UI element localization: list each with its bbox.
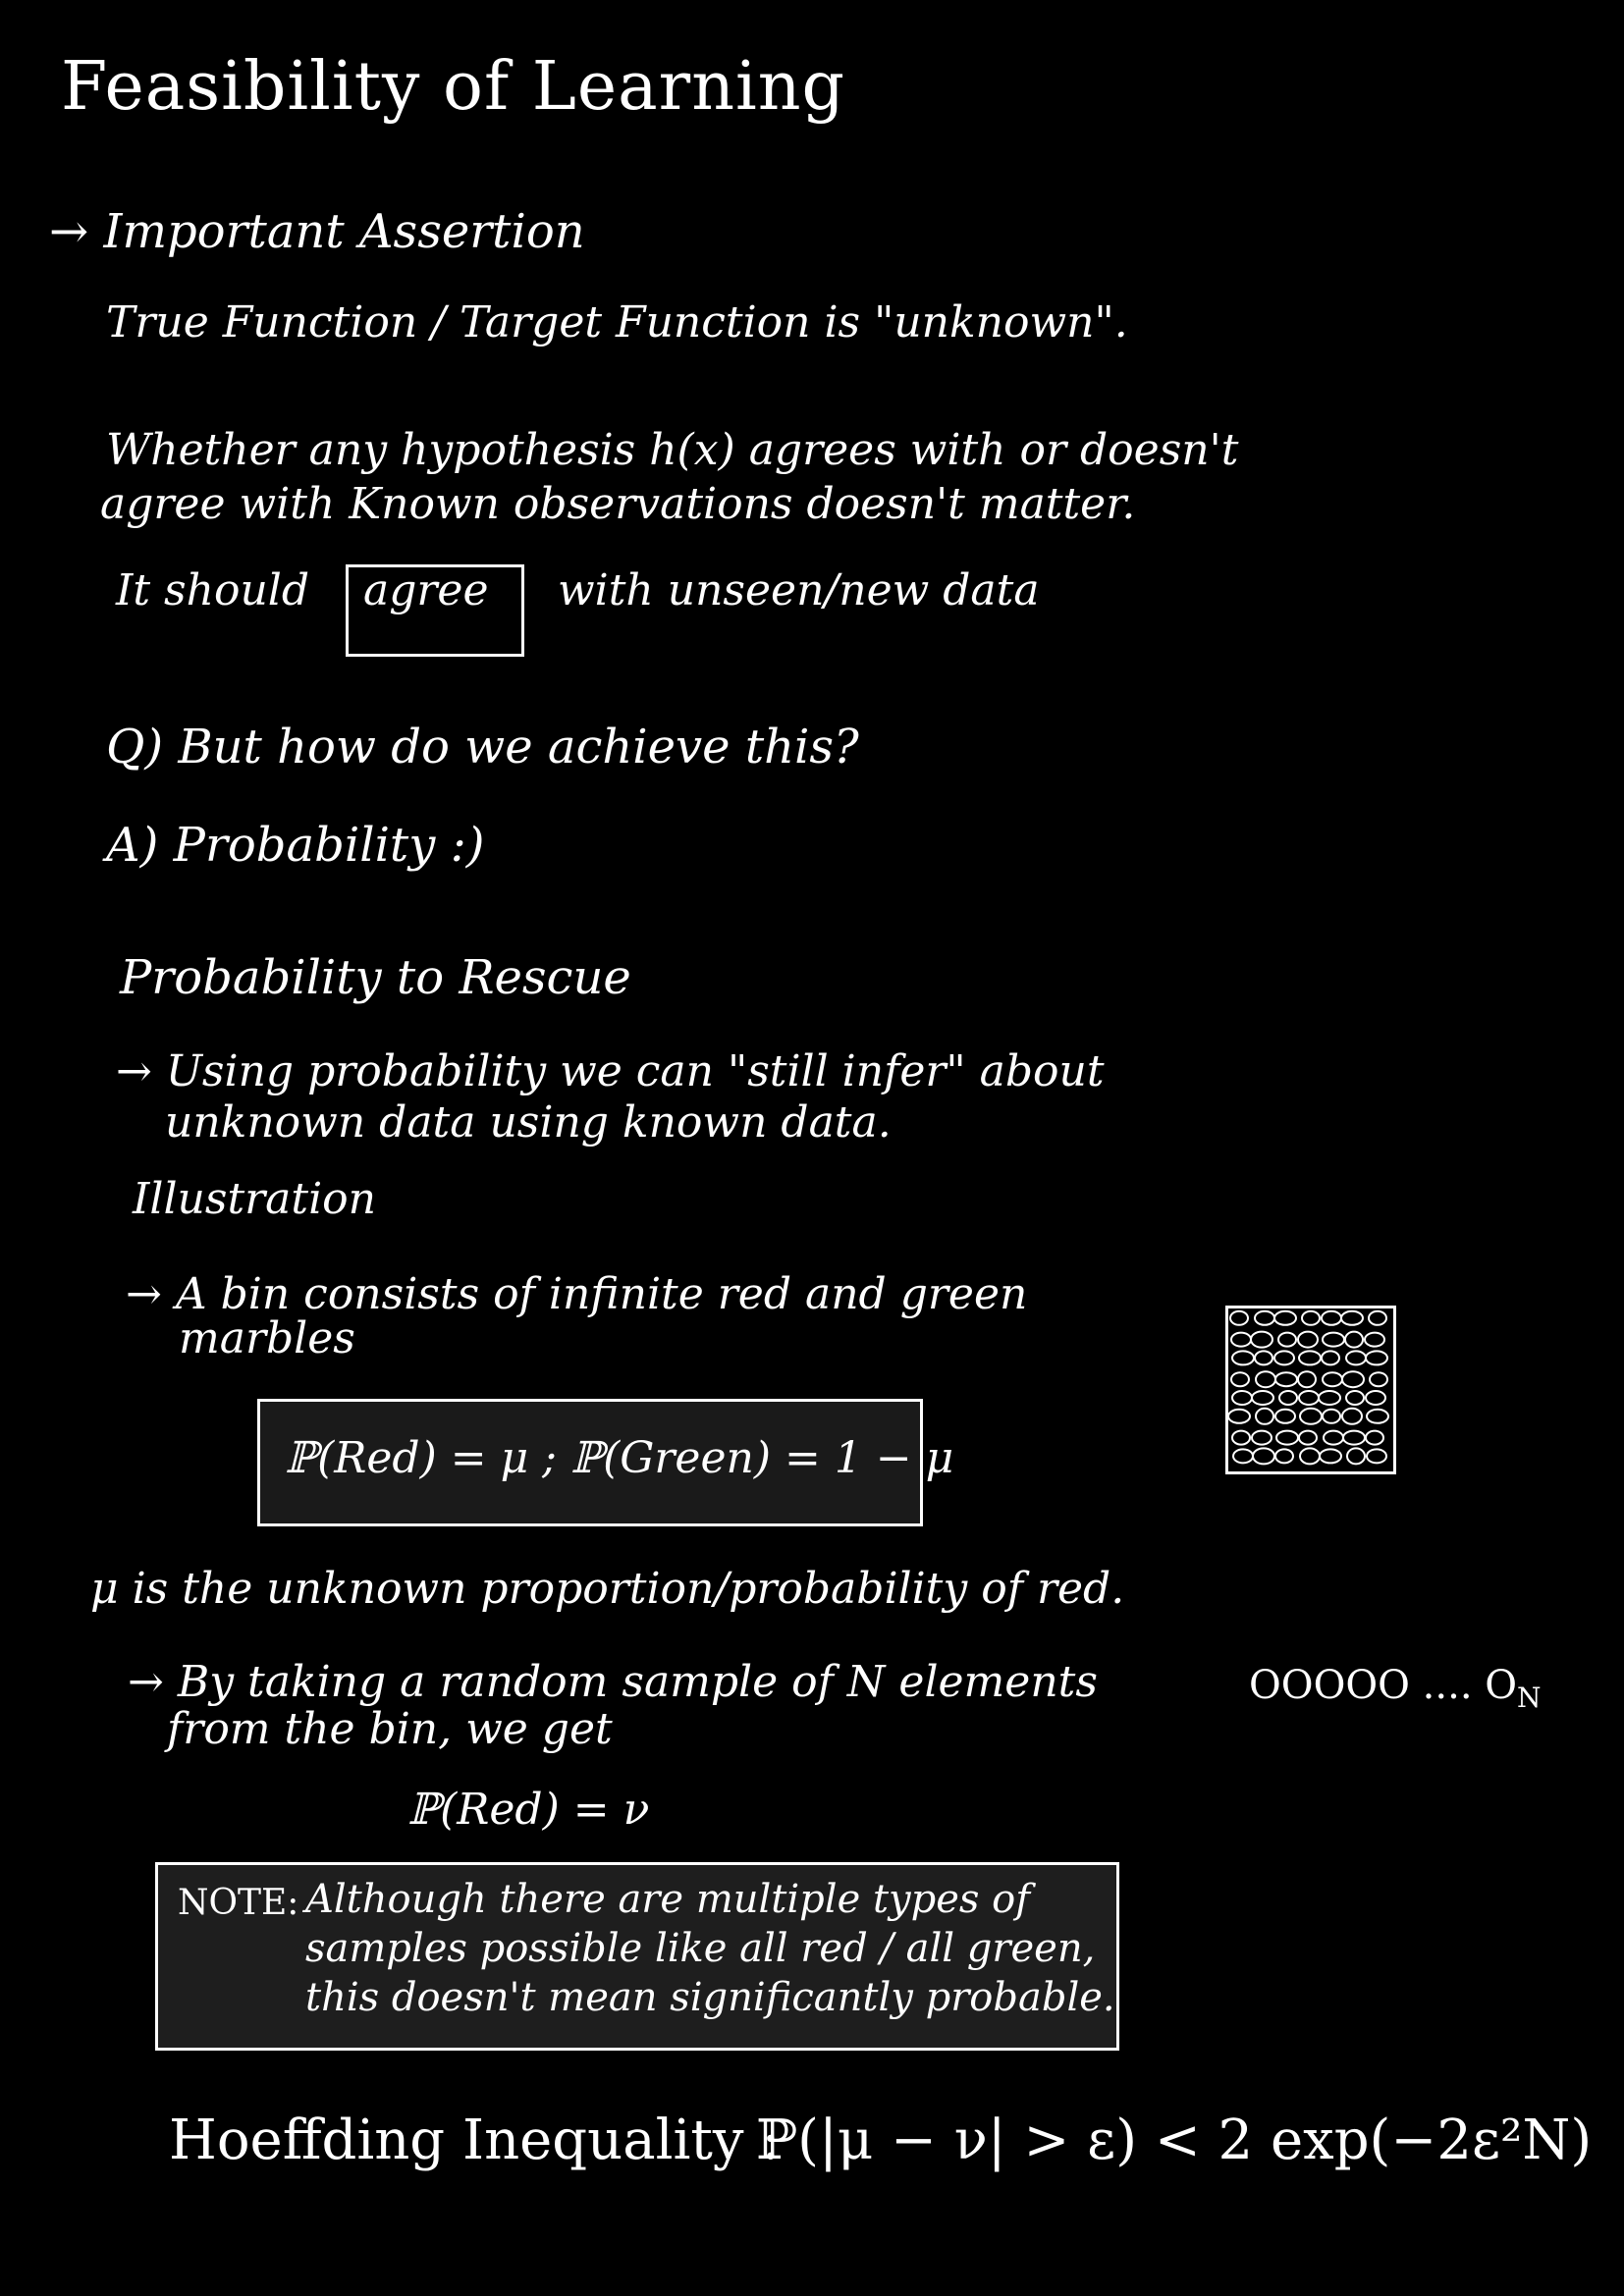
marble xyxy=(1366,1408,1389,1424)
marble xyxy=(1230,1331,1252,1348)
note-label: NOTE: xyxy=(178,1883,299,1923)
marble xyxy=(1297,1330,1319,1349)
mu-definition: μ is the unknown proportion/probability … xyxy=(90,1564,1125,1614)
marble xyxy=(1227,1408,1251,1424)
whether-line-2: agree with Known observations doesn't ma… xyxy=(100,479,1136,529)
marble xyxy=(1322,1371,1343,1388)
marble xyxy=(1299,1447,1321,1466)
should-prefix: It should xyxy=(116,565,310,615)
marble xyxy=(1277,1331,1297,1348)
marble-bin-icon xyxy=(1225,1306,1396,1474)
marble xyxy=(1365,1350,1388,1366)
marble xyxy=(1319,1448,1342,1465)
marble xyxy=(1297,1370,1317,1389)
marble xyxy=(1344,1330,1364,1349)
marble xyxy=(1346,1447,1366,1466)
answer-line: A) Probability :) xyxy=(106,818,485,873)
whether-line-1: Whether any hypothesis h(x) agrees with … xyxy=(106,425,1239,475)
marble xyxy=(1345,1390,1365,1406)
marble xyxy=(1345,1350,1367,1366)
bin-line-2: marbles xyxy=(179,1313,355,1363)
marble xyxy=(1298,1429,1318,1446)
marble xyxy=(1273,1350,1295,1366)
rescue-heading: Probability to Rescue xyxy=(120,950,631,1005)
marble xyxy=(1321,1350,1340,1366)
marble xyxy=(1231,1390,1253,1406)
hoeffding-label: Hoeffding Inequality : xyxy=(169,2109,781,2172)
marble xyxy=(1278,1390,1298,1406)
marble xyxy=(1250,1330,1273,1349)
marble xyxy=(1230,1371,1250,1388)
marble xyxy=(1275,1429,1299,1446)
marble xyxy=(1340,1309,1364,1326)
marble xyxy=(1318,1390,1341,1406)
marble xyxy=(1365,1390,1386,1406)
marble xyxy=(1298,1390,1320,1406)
rescue-line-1: → Using probability we can "still infer"… xyxy=(116,1046,1105,1096)
note-line-3: this doesn't mean significantly probable… xyxy=(305,1975,1115,2020)
marble xyxy=(1342,1429,1366,1446)
marble xyxy=(1251,1390,1274,1406)
marble xyxy=(1322,1331,1345,1348)
note-line-2: samples possible like all red / all gree… xyxy=(305,1926,1096,1971)
marble xyxy=(1365,1429,1384,1446)
note-line-1: Although there are multiple types of xyxy=(305,1877,1031,1922)
should-suffix: with unseen/new data xyxy=(558,565,1040,615)
marble xyxy=(1274,1448,1294,1465)
marble xyxy=(1368,1309,1387,1326)
sample-probability: ℙ(Red) = ν xyxy=(407,1785,650,1835)
marble xyxy=(1251,1429,1272,1446)
bin-line-1: → A bin consists of infinite red and gre… xyxy=(126,1269,1028,1319)
marble xyxy=(1341,1407,1363,1425)
sample-sequence: OOOOO .... ON xyxy=(1249,1664,1542,1714)
page-title: Feasibility of Learning xyxy=(61,48,846,126)
marble xyxy=(1323,1429,1344,1446)
marble xyxy=(1341,1370,1365,1389)
marble xyxy=(1298,1350,1322,1366)
marble xyxy=(1229,1309,1249,1326)
rescue-line-2: unknown data using known data. xyxy=(165,1097,892,1148)
sample-sequence-subscript: N xyxy=(1517,1682,1542,1714)
marble xyxy=(1232,1448,1254,1465)
marble xyxy=(1273,1309,1297,1326)
marble xyxy=(1369,1371,1388,1388)
hoeffding-formula: ℙ(|μ − ν| > ε) < 2 exp(−2ε²N) xyxy=(756,2109,1593,2172)
note-box: NOTE: Although there are multiple types … xyxy=(155,1862,1119,2051)
marble xyxy=(1366,1448,1387,1465)
assertion-heading: → Important Assertion xyxy=(49,204,585,259)
sample-line-2: from the bin, we get xyxy=(167,1704,613,1754)
marble xyxy=(1322,1408,1341,1424)
marble xyxy=(1254,1309,1275,1326)
marble xyxy=(1254,1350,1273,1366)
marble xyxy=(1364,1331,1385,1348)
marble xyxy=(1299,1407,1323,1425)
sample-line-1: → By taking a random sample of N element… xyxy=(128,1657,1098,1707)
question-line: Q) But how do we achieve this? xyxy=(106,720,859,774)
marble xyxy=(1321,1309,1342,1326)
marble xyxy=(1231,1429,1251,1446)
marble xyxy=(1274,1408,1296,1424)
marble xyxy=(1255,1407,1274,1425)
illustration-heading: Illustration xyxy=(133,1174,376,1224)
marble xyxy=(1301,1309,1321,1326)
marble xyxy=(1274,1371,1298,1388)
should-boxed-word: agree xyxy=(363,565,489,615)
probability-formula: ℙ(Red) = μ ; ℙ(Green) = 1 − μ xyxy=(285,1433,954,1483)
marble xyxy=(1231,1350,1255,1366)
marble xyxy=(1255,1370,1276,1389)
sample-sequence-text: OOOOO .... O xyxy=(1249,1663,1518,1708)
marble xyxy=(1252,1447,1275,1466)
target-function-statement: True Function / Target Function is "unkn… xyxy=(106,297,1128,347)
